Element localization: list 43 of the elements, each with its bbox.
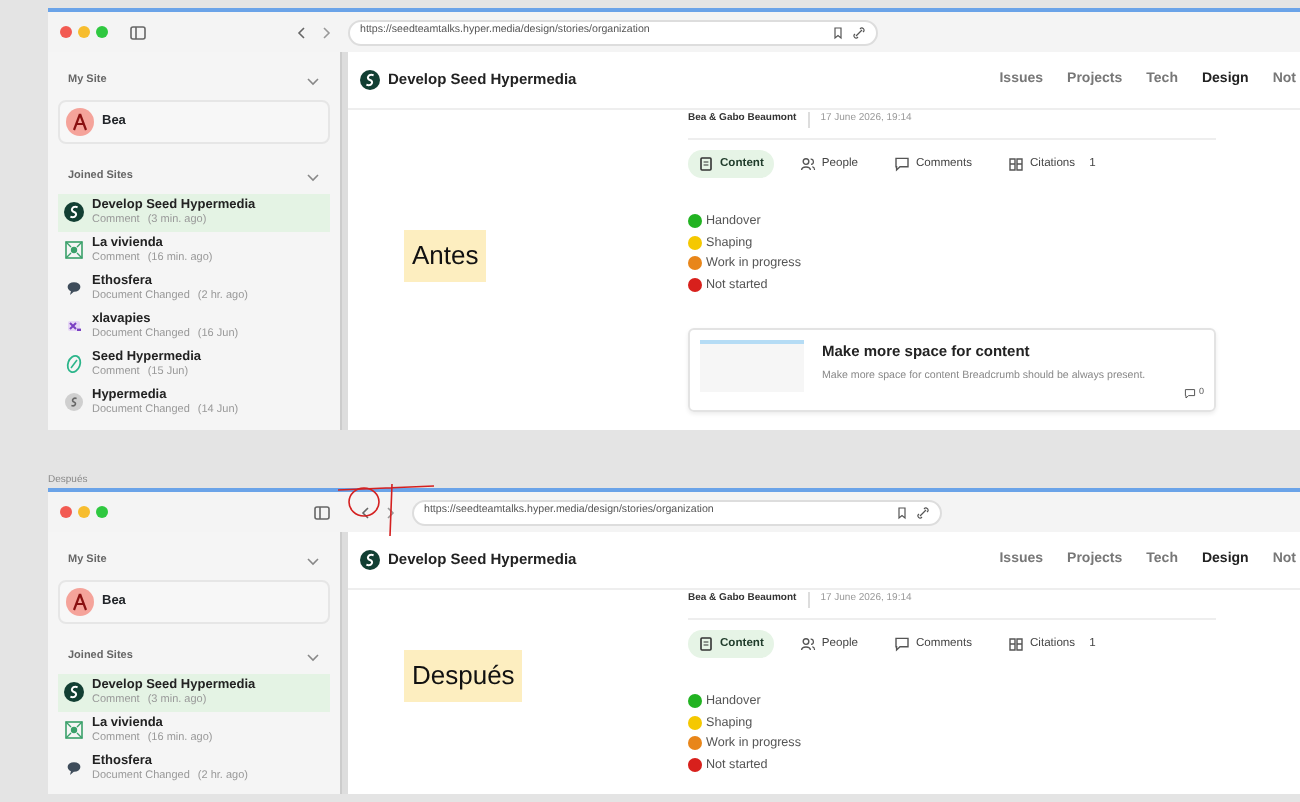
document-icon [698, 155, 714, 172]
bookmark-icon[interactable] [896, 505, 908, 519]
leaf-icon [64, 354, 84, 374]
zoom-dot[interactable] [96, 26, 108, 38]
seed-logo-icon [360, 70, 380, 90]
chevron-down-icon[interactable] [306, 555, 320, 566]
back-icon[interactable] [296, 25, 306, 39]
people-icon [799, 155, 816, 172]
chevron-down-icon[interactable] [306, 171, 320, 182]
bookmark-icon[interactable] [832, 25, 844, 39]
coin-icon [64, 392, 84, 412]
grid-icon [64, 720, 84, 740]
seed-logo-icon [64, 202, 84, 222]
comment-icon [1184, 387, 1197, 399]
sidebar-toggle-icon[interactable] [130, 25, 146, 39]
speech-bubble-icon [893, 155, 910, 172]
document-icon [698, 635, 714, 652]
seed-logo-icon [360, 550, 380, 570]
avatar-icon [66, 108, 94, 137]
chevron-down-icon[interactable] [306, 75, 320, 86]
sidebar-toggle-icon[interactable] [314, 505, 330, 519]
speech-bubble-icon [893, 635, 910, 652]
grid-icon [64, 240, 84, 260]
zoom-dot[interactable] [96, 506, 108, 518]
chevron-down-icon[interactable] [306, 651, 320, 662]
people-icon [799, 635, 816, 652]
note-label: Después [404, 650, 523, 701]
link-icon[interactable] [852, 25, 866, 39]
close-dot[interactable] [60, 506, 72, 518]
bubble-icon [64, 278, 84, 298]
thumbnail-placeholder [700, 339, 804, 392]
bubble-icon [64, 758, 84, 778]
minimize-dot[interactable] [78, 506, 90, 518]
forward-icon[interactable] [322, 25, 332, 39]
avatar-icon [66, 588, 94, 617]
letter-icon [64, 316, 84, 336]
back-icon[interactable] [360, 505, 370, 519]
minimize-dot[interactable] [78, 26, 90, 38]
note-label: Antes [404, 230, 487, 281]
link-icon[interactable] [916, 505, 930, 519]
forward-icon[interactable] [386, 505, 396, 519]
close-dot[interactable] [60, 26, 72, 38]
seed-logo-icon [64, 682, 84, 702]
